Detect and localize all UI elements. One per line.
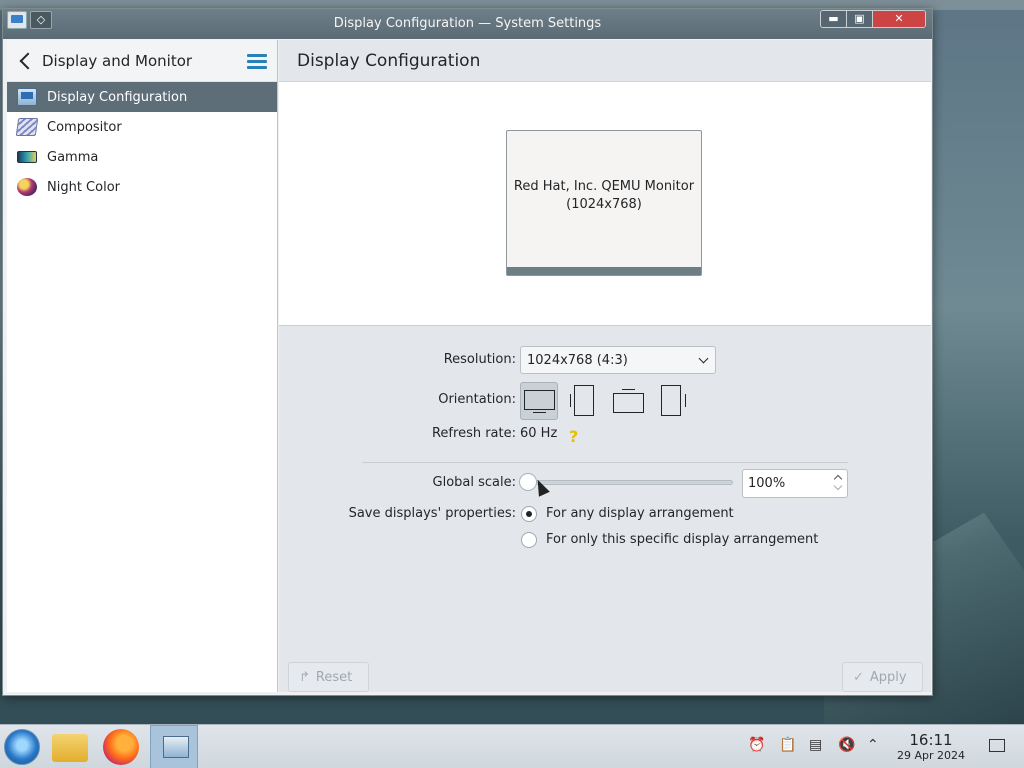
window-controls: ▬ ▣ ✕ (820, 10, 926, 28)
sidebar-header: Display and Monitor (7, 40, 277, 82)
sidebar-item-gamma[interactable]: Gamma (7, 142, 277, 172)
apply-label: Apply (869, 669, 907, 685)
monitor-stand (533, 412, 546, 413)
portrait-right-icon (661, 385, 681, 416)
sidebar-item-label: Display Configuration (47, 89, 188, 105)
reset-button[interactable]: ↱ Reset (288, 662, 369, 692)
global-scale-label: Global scale: (432, 475, 516, 490)
refresh-rate-value: 60 Hz (520, 426, 558, 441)
sidebar-item-night-color[interactable]: Night Color (7, 172, 277, 202)
system-settings-window: ◇ Display Configuration — System Setting… (2, 8, 933, 696)
orientation-portrait-left-button[interactable] (565, 382, 603, 420)
volume-muted-icon[interactable]: 🔇 (838, 737, 855, 753)
portrait-left-icon (574, 385, 594, 416)
monitor-stand (685, 394, 686, 407)
minimize-button[interactable]: ▬ (821, 11, 847, 27)
apply-button[interactable]: ✓ Apply (842, 662, 923, 692)
monitor-stand (570, 394, 571, 407)
sidebar: Display and Monitor Display Configuratio… (7, 40, 278, 692)
orientation-landscape-button[interactable] (520, 382, 558, 420)
close-button[interactable]: ✕ (873, 11, 925, 27)
clock-date[interactable]: 29 Apr 2024 (890, 749, 972, 762)
battery-icon[interactable]: ▤ (809, 737, 822, 753)
refresh-rate-label: Refresh rate: (431, 426, 516, 441)
landscape-icon (524, 390, 555, 410)
chevron-down-icon (698, 353, 709, 364)
display-settings-form: Resolution: 1024x768 (4:3) Orientation: (279, 327, 931, 692)
file-manager-icon[interactable] (52, 734, 88, 762)
hamburger-menu-icon[interactable] (247, 53, 267, 69)
display-arrangement-canvas[interactable]: Red Hat, Inc. QEMU Monitor (1024x768) (279, 82, 931, 326)
radio-specific-arrangement[interactable] (521, 532, 537, 548)
sidebar-item-label: Compositor (47, 119, 122, 135)
night-color-icon (17, 178, 37, 196)
monitor-bar (507, 267, 701, 275)
taskbar: ⏰ 📋 ▤ 🔇 ⌃ 16:11 29 Apr 2024 (0, 724, 1024, 768)
reset-label: Reset (315, 669, 353, 685)
monitor-resolution: (1024x768) (566, 197, 642, 212)
reset-icon: ↱ (299, 669, 310, 685)
display-icon (17, 88, 37, 106)
radio-any-arrangement[interactable] (521, 506, 537, 522)
monitor-name: Red Hat, Inc. QEMU Monitor (513, 179, 695, 194)
global-scale-value: 100% (748, 476, 786, 491)
landscape-flipped-icon (613, 393, 644, 413)
sidebar-item-label: Night Color (47, 179, 120, 195)
global-scale-slider[interactable] (525, 480, 733, 485)
gamma-icon (17, 151, 37, 163)
monitor-preview[interactable]: Red Hat, Inc. QEMU Monitor (1024x768) (506, 130, 702, 276)
notifications-icon[interactable]: ⏰ (748, 737, 765, 753)
window-title: Display Configuration — System Settings (333, 16, 602, 31)
checkmark-icon: ✓ (853, 669, 864, 685)
clock-time[interactable]: 16:11 (900, 731, 962, 749)
show-desktop-icon[interactable] (989, 739, 1005, 752)
sidebar-item-label: Gamma (47, 149, 99, 165)
page-title: Display Configuration (279, 40, 931, 82)
chevron-up-icon[interactable]: ⌃ (867, 737, 879, 753)
orientation-flipped-button[interactable] (610, 382, 648, 420)
compositor-icon (15, 118, 39, 136)
clipboard-icon[interactable]: 📋 (779, 737, 796, 753)
radio-specific-arrangement-label[interactable]: For only this specific display arrangeme… (546, 532, 818, 547)
resolution-value: 1024x768 (4:3) (527, 352, 628, 368)
title-bar[interactable]: ◇ Display Configuration — System Setting… (3, 9, 932, 39)
sidebar-item-display-configuration[interactable]: Display Configuration (7, 82, 277, 112)
global-scale-spinbox[interactable]: 100% (742, 469, 848, 498)
orientation-portrait-right-button[interactable] (655, 382, 693, 420)
spin-down-icon[interactable] (833, 481, 843, 491)
back-arrow-icon[interactable] (17, 53, 33, 69)
maximize-button[interactable]: ▣ (847, 11, 873, 27)
firefox-icon[interactable] (103, 729, 139, 765)
sidebar-item-compositor[interactable]: Compositor (7, 112, 277, 142)
main-pane: Display Configuration Red Hat, Inc. QEMU… (279, 40, 931, 692)
start-menu-icon[interactable] (4, 729, 40, 765)
sidebar-title: Display and Monitor (42, 51, 193, 70)
help-icon[interactable]: ? (569, 427, 578, 446)
orientation-label: Orientation: (438, 392, 516, 407)
divider (362, 462, 848, 463)
monitor-stand (622, 389, 635, 390)
resolution-select[interactable]: 1024x768 (4:3) (520, 346, 716, 374)
system-settings-task-icon[interactable] (150, 725, 198, 768)
resolution-label: Resolution: (443, 352, 516, 367)
save-properties-label: Save displays' properties: (348, 506, 516, 521)
radio-any-arrangement-label[interactable]: For any display arrangement (546, 506, 734, 521)
monitor-label: Red Hat, Inc. QEMU Monitor (1024x768) (507, 131, 701, 267)
